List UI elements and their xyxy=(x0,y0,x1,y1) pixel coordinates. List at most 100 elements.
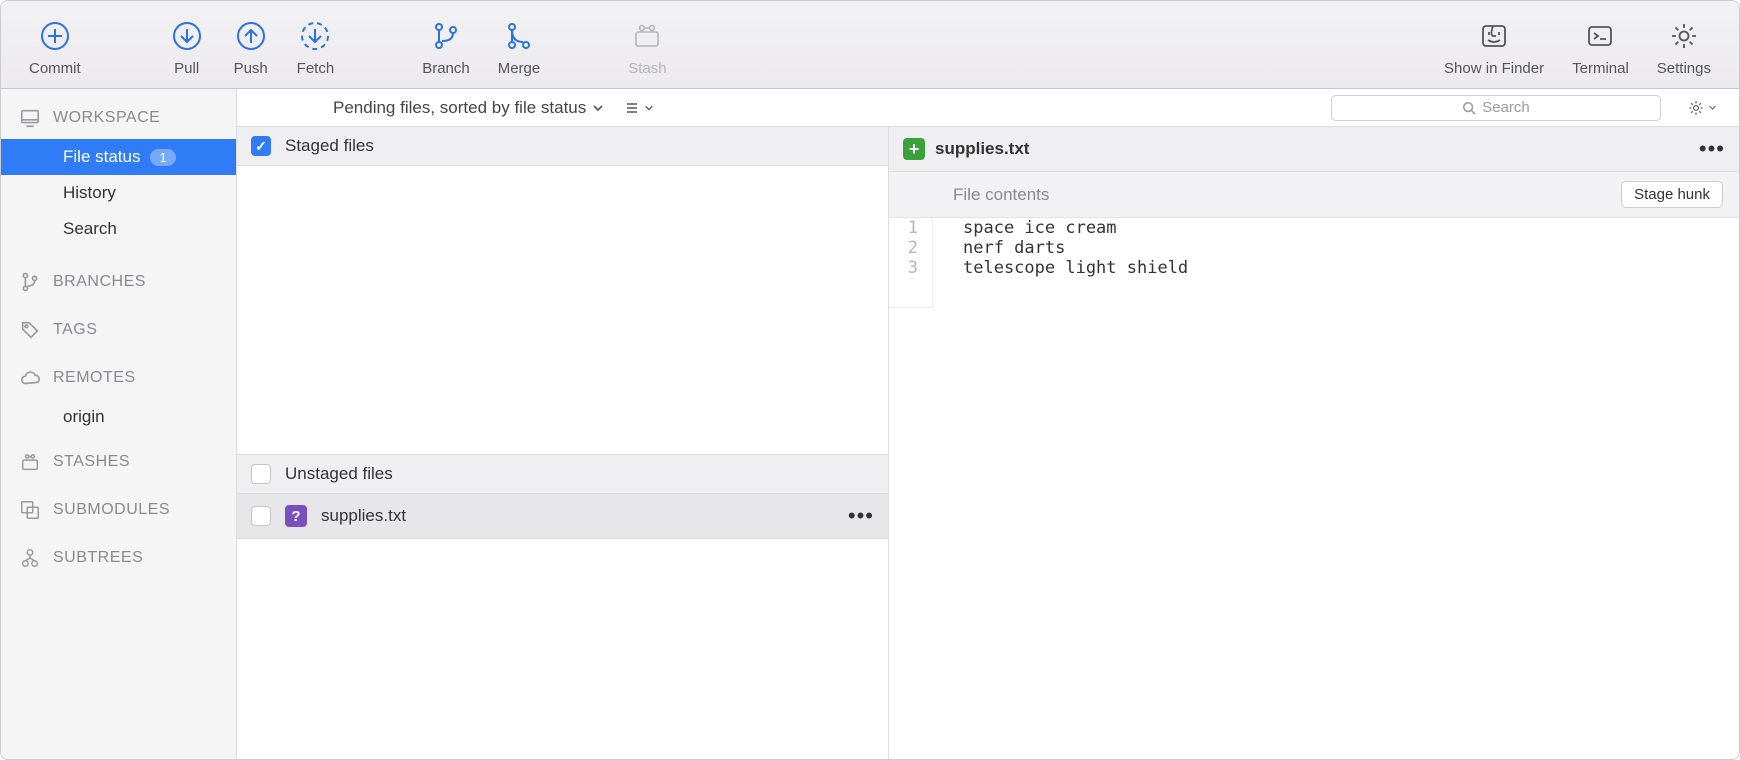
section-title: STASHES xyxy=(53,453,130,471)
app-window: Commit Pull Push Fetch xyxy=(0,0,1740,760)
monitor-icon xyxy=(19,107,41,129)
toolbar-right: Show in Finder Terminal Settings xyxy=(1430,12,1725,77)
staged-files-header: Staged files xyxy=(237,127,888,166)
commit-label: Commit xyxy=(29,60,81,77)
sidebar-item-file-status[interactable]: File status 1 xyxy=(1,139,236,175)
subtree-icon xyxy=(19,547,41,569)
diff-column: + supplies.txt ••• File contents Stage h… xyxy=(889,127,1739,759)
cloud-icon xyxy=(19,367,41,389)
search-placeholder: Search xyxy=(1482,99,1530,116)
sort-label-text: Pending files, sorted by file status xyxy=(333,98,586,118)
arrow-down-circle-icon xyxy=(169,18,205,54)
show-in-finder-button[interactable]: Show in Finder xyxy=(1430,12,1558,77)
sidebar-item-remote-origin[interactable]: origin xyxy=(1,399,236,435)
pull-button[interactable]: Pull xyxy=(155,12,219,77)
search-icon xyxy=(1462,101,1476,115)
fetch-button[interactable]: Fetch xyxy=(283,12,349,77)
sidebar-section-submodules[interactable]: SUBMODULES xyxy=(1,489,236,531)
stash-icon xyxy=(19,451,41,473)
file-status-unknown-icon: ? xyxy=(285,505,307,527)
merge-label: Merge xyxy=(498,60,541,77)
unstaged-checkbox[interactable] xyxy=(251,464,271,484)
merge-icon xyxy=(501,18,537,54)
toolbar-spacer xyxy=(348,12,408,77)
code-line: 2 nerf darts xyxy=(889,238,1739,258)
finder-icon xyxy=(1476,18,1512,54)
line-content: space ice cream xyxy=(933,218,1117,238)
plus-circle-icon xyxy=(37,18,73,54)
file-more-button[interactable]: ••• xyxy=(848,503,874,529)
settings-button[interactable]: Settings xyxy=(1643,12,1725,77)
chevron-down-icon xyxy=(592,102,604,114)
toolbar-left: Commit Pull Push Fetch xyxy=(15,12,681,77)
gear-icon xyxy=(1666,18,1702,54)
terminal-button[interactable]: Terminal xyxy=(1558,12,1643,77)
stash-button[interactable]: Stash xyxy=(614,12,680,77)
file-checkbox[interactable] xyxy=(251,506,271,526)
section-title: BRANCHES xyxy=(53,273,146,291)
code-lines: 1 space ice cream 2 nerf darts 3 telesco… xyxy=(889,218,1739,308)
terminal-icon xyxy=(1582,18,1618,54)
arrow-up-circle-icon xyxy=(233,18,269,54)
staged-checkbox[interactable] xyxy=(251,136,271,156)
main: WORKSPACE File status 1 History Search B… xyxy=(1,89,1739,759)
viewmode-dropdown[interactable] xyxy=(624,100,654,116)
diff-file-name: supplies.txt xyxy=(935,139,1029,159)
file-column: Staged files Unstaged files ? supplies.t… xyxy=(237,127,889,759)
sidebar-section-tags[interactable]: TAGS xyxy=(1,309,236,351)
branch-icon xyxy=(428,18,464,54)
toolbar-spacer xyxy=(554,12,614,77)
sidebar-item-label: File status xyxy=(63,147,140,167)
line-number: 3 xyxy=(889,258,933,278)
section-title: SUBMODULES xyxy=(53,501,170,519)
sidebar-section-stashes[interactable]: STASHES xyxy=(1,441,236,483)
terminal-label: Terminal xyxy=(1572,60,1629,77)
commit-button[interactable]: Commit xyxy=(15,12,95,77)
dashed-circle-icon xyxy=(297,18,333,54)
stash-icon xyxy=(629,18,665,54)
sidebar-item-label: origin xyxy=(63,407,105,427)
sidebar-item-history[interactable]: History xyxy=(1,175,236,211)
sidebar-section-remotes[interactable]: REMOTES xyxy=(1,357,236,399)
file-status-added-icon: + xyxy=(903,138,925,160)
diff-header: + supplies.txt ••• xyxy=(889,127,1739,172)
section-title: TAGS xyxy=(53,321,97,339)
push-button[interactable]: Push xyxy=(219,12,283,77)
panes: Staged files Unstaged files ? supplies.t… xyxy=(237,127,1739,759)
line-number: 1 xyxy=(889,218,933,238)
diff-more-button[interactable]: ••• xyxy=(1699,136,1725,162)
line-content: nerf darts xyxy=(933,238,1065,258)
content: Pending files, sorted by file status Sea… xyxy=(237,89,1739,759)
stash-label: Stash xyxy=(628,60,666,77)
sidebar-item-label: Search xyxy=(63,219,117,239)
section-title: REMOTES xyxy=(53,369,136,387)
hunk-header: File contents Stage hunk xyxy=(889,172,1739,218)
stage-hunk-button[interactable]: Stage hunk xyxy=(1621,181,1723,208)
line-content: telescope light shield xyxy=(933,258,1188,278)
finder-label: Show in Finder xyxy=(1444,60,1544,77)
list-icon xyxy=(624,100,640,116)
sidebar-item-search[interactable]: Search xyxy=(1,211,236,247)
sort-dropdown[interactable]: Pending files, sorted by file status xyxy=(253,98,604,118)
sidebar-section-branches[interactable]: BRANCHES xyxy=(1,261,236,303)
merge-button[interactable]: Merge xyxy=(484,12,555,77)
chevron-down-icon xyxy=(1708,103,1717,112)
search-input[interactable]: Search xyxy=(1331,95,1661,121)
code-line: 3 telescope light shield xyxy=(889,258,1739,278)
sidebar-section-subtrees[interactable]: SUBTREES xyxy=(1,537,236,579)
gutter-end xyxy=(889,278,933,308)
branch-icon xyxy=(19,271,41,293)
submodule-icon xyxy=(19,499,41,521)
section-title: WORKSPACE xyxy=(53,109,160,127)
sidebar-item-label: History xyxy=(63,183,116,203)
branch-button[interactable]: Branch xyxy=(408,12,484,77)
staged-files-area xyxy=(237,166,888,454)
unstaged-header-label: Unstaged files xyxy=(285,464,393,484)
tag-icon xyxy=(19,319,41,341)
branch-label: Branch xyxy=(422,60,470,77)
settings-dropdown[interactable] xyxy=(1681,99,1723,117)
code-line: 1 space ice cream xyxy=(889,218,1739,238)
file-row[interactable]: ? supplies.txt ••• xyxy=(237,494,888,539)
line-number: 2 xyxy=(889,238,933,258)
sidebar-section-workspace[interactable]: WORKSPACE xyxy=(1,97,236,139)
